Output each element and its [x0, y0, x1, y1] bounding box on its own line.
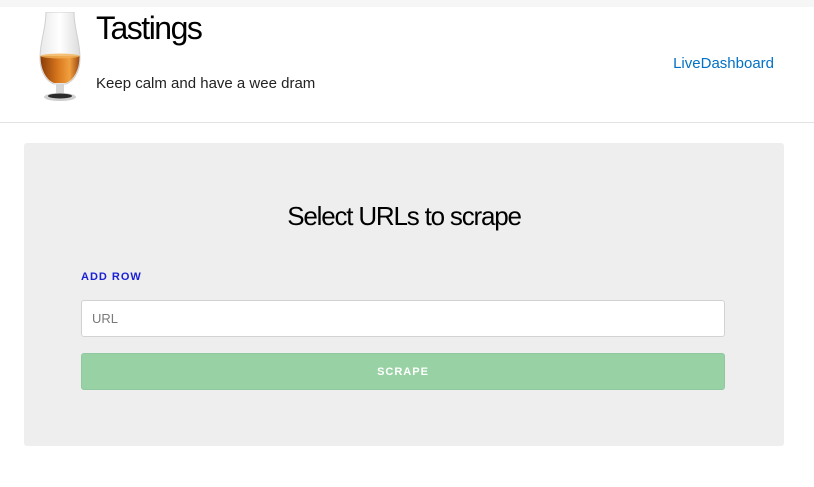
add-row-button[interactable]: ADD ROW	[81, 270, 142, 284]
page-heading: Select URLs to scrape	[287, 201, 522, 231]
scrape-form-card: Select URLs to scrape ADD ROW SCRAPE	[24, 143, 784, 446]
live-dashboard-link[interactable]: LiveDashboard	[673, 54, 774, 74]
url-input[interactable]	[81, 300, 725, 337]
app-tagline: Keep calm and have a wee dram	[96, 75, 316, 92]
app-header: Tastings Keep calm and have a wee dram L…	[0, 0, 814, 123]
app-title: Tastings	[96, 10, 203, 46]
scrape-button[interactable]: SCRAPE	[81, 353, 725, 390]
header-top-strip	[0, 0, 814, 7]
whisky-glass-icon	[24, 11, 96, 102]
